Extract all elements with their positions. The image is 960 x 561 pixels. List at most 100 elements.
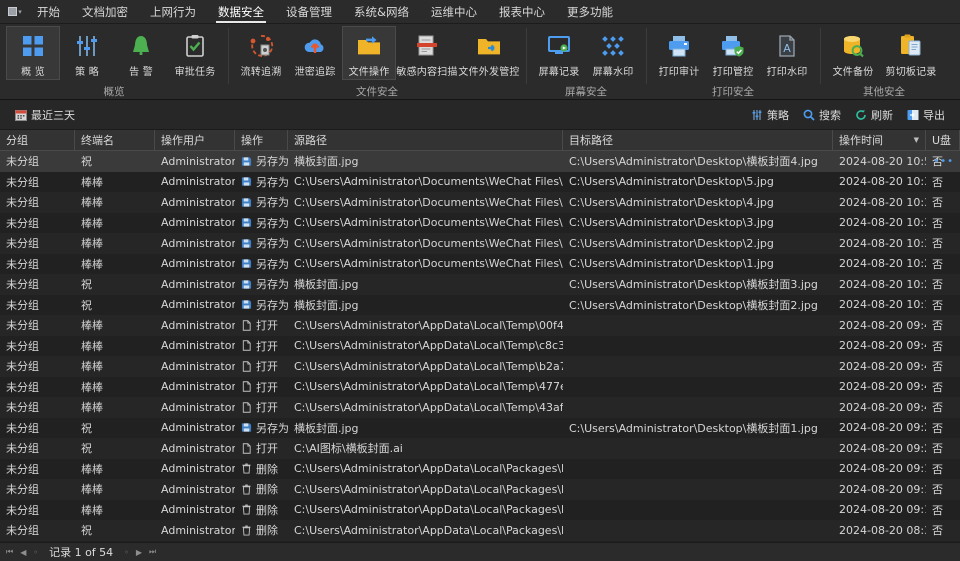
table-row[interactable]: 未分组祝Administrator删除C:\Users\Administrato… — [0, 520, 960, 541]
table-row[interactable]: 未分组 棒棒 Administrator 另存为 C:\Users\Administra… — [0, 192, 960, 213]
cell-usb: 否 — [932, 483, 943, 497]
menu-item-8[interactable]: 更多功能 — [556, 0, 624, 24]
toolbar-search-button[interactable]: 搜索 — [796, 104, 848, 126]
cell-group: 未分组 — [6, 319, 39, 333]
save-as-icon — [241, 217, 252, 228]
ribbon-button-sliders[interactable]: 策 略 — [60, 26, 114, 80]
toolbar-action-label: 搜索 — [819, 108, 841, 122]
menu-item-3[interactable]: 数据安全 — [207, 0, 275, 24]
cell-group: 未分组 — [6, 257, 39, 271]
cell-time: 2024-08-20 10:36:39 — [839, 175, 926, 189]
table-row[interactable]: 未分组 棒棒 Administrator 删除 C:\Users\Administrat… — [0, 499, 960, 521]
table-row[interactable]: 未分组祝Administrator删除C:\Users\Administrato… — [0, 540, 960, 543]
menu-item-4[interactable]: 设备管理 — [275, 0, 343, 24]
cell-time: 2024-08-20 09:43:53 — [839, 380, 926, 394]
ribbon-button-cloud-upload[interactable]: 泄密追踪 — [288, 26, 342, 80]
column-header-2[interactable]: 操作用户 — [155, 130, 235, 150]
toolbar-refresh-button[interactable]: 刷新 — [848, 104, 900, 126]
ribbon-button-folder-send[interactable]: 文件外发管控 — [458, 26, 520, 80]
ribbon-button-grid[interactable]: 概 览 — [6, 26, 60, 80]
table-row[interactable]: 未分组 棒棒 Administrator 打开 C:\Users\Administrat… — [0, 376, 960, 397]
table-row[interactable]: 未分组 祝 Administrator 另存为 横板封面.jpg C:\Users\Adm… — [0, 151, 960, 172]
ribbon-button-watermark[interactable]: 屏幕水印 — [586, 26, 640, 80]
cell-operation: 另存为 — [235, 192, 288, 213]
cell-group: 未分组 — [6, 155, 39, 169]
table-row[interactable]: 未分组 棒棒 Administrator 另存为 C:\Users\Administra… — [0, 233, 960, 254]
operation-label: 另存为 — [256, 257, 288, 271]
menu-item-2[interactable]: 上网行为 — [139, 0, 207, 24]
table-row[interactable]: 未分组 祝 Administrator 另存为 横板封面.jpg C:\Users\Adm… — [0, 417, 960, 438]
cell-time: 2024-08-20 10:34:17 — [839, 195, 926, 209]
last-page-button[interactable]: ⏭ — [147, 547, 158, 557]
table-row[interactable]: 未分组 棒棒 Administrator 打开 C:\Users\Administrat… — [0, 315, 960, 336]
cell-terminal: 棒棒 — [81, 360, 103, 374]
ribbon-button-flow-trace[interactable]: 流转追溯 — [234, 26, 288, 80]
ribbon-button-monitor-record[interactable]: 屏幕记录 — [532, 26, 586, 80]
backup-icon — [840, 31, 866, 61]
table-row[interactable]: 未分组 棒棒 Administrator 打开 C:\Users\Administrat… — [0, 397, 960, 418]
table-row[interactable]: 未分组 棒棒 Administrator 另存为 C:\Users\Administra… — [0, 212, 960, 233]
column-header-0[interactable]: 分组 — [0, 130, 75, 150]
table-row[interactable]: 未分组 棒棒 Administrator 打开 C:\Users\Administrat… — [0, 335, 960, 356]
toolbar-export-button[interactable]: 导出 — [900, 104, 952, 126]
next-record-button[interactable]: ◦ — [122, 548, 131, 557]
ribbon-button-page-a[interactable]: A 打印水印 — [760, 26, 814, 80]
menu-item-0[interactable]: 开始 — [26, 0, 71, 24]
first-page-button[interactable]: ⏮ — [4, 547, 15, 557]
cell-terminal: 祝 — [81, 442, 92, 456]
table-row[interactable]: 未分组 棒棒 Administrator 另存为 C:\Users\Administra… — [0, 171, 960, 192]
column-header-6[interactable]: 操作时间 ▼ — [833, 130, 926, 150]
ribbon-button-backup[interactable]: 文件备份 — [826, 26, 880, 80]
cell-target-path — [563, 500, 833, 521]
column-header-3[interactable]: 操作 — [235, 130, 288, 150]
ribbon-button-scan-doc[interactable]: 敏感内容扫描 — [396, 26, 458, 80]
menu-item-6[interactable]: 运维中心 — [420, 0, 488, 24]
ribbon-button-printer[interactable]: 打印审计 — [652, 26, 706, 80]
table-row[interactable]: 未分组 棒棒 Administrator 打开 C:\Users\Administrat… — [0, 356, 960, 377]
menu-item-5[interactable]: 系统&网络 — [343, 0, 420, 24]
next-page-button[interactable]: ▶ — [134, 548, 144, 557]
column-header-4[interactable]: 源路径 — [288, 130, 563, 150]
table-row[interactable]: 未分组 棒棒 Administrator 另存为 C:\Users\Administra… — [0, 253, 960, 274]
date-filter-button[interactable]: 最近三天 — [8, 104, 82, 126]
cell-target-path — [563, 479, 833, 500]
table-row[interactable]: 未分组 祝 Administrator 另存为 横板封面.jpg C:\Users\Adm… — [0, 294, 960, 315]
cell-operation: 删除 — [235, 500, 288, 521]
ribbon-group-label: 屏幕安全 — [565, 86, 607, 98]
ribbon-button-label: 屏幕水印 — [592, 67, 634, 78]
ribbon-button-bell[interactable]: 告 警 — [114, 26, 168, 80]
sliders-icon — [74, 31, 100, 61]
ribbon-button-label: 概 览 — [21, 67, 45, 78]
cell-user: Administrator — [161, 503, 235, 517]
cell-group: 未分组 — [6, 175, 39, 189]
cell-group: 未分组 — [6, 216, 39, 230]
table-body[interactable]: 未分组祝 Administrator 另存为 横板封面.jpg C:\Users\Adm… — [0, 151, 960, 542]
ribbon-button-folder-back[interactable]: 文件操作 — [342, 26, 396, 80]
watermark-icon — [600, 31, 626, 61]
table-row[interactable]: 未分组 祝 Administrator 打开 C:\AI图标\横板封面.ai 2024-0… — [0, 438, 960, 459]
cell-operation: 删除 — [235, 541, 288, 543]
save-as-icon — [241, 176, 252, 187]
menu-item-1[interactable]: 文档加密 — [71, 0, 139, 24]
column-header-5[interactable]: 目标路径 — [563, 130, 833, 150]
cell-target-path: C:\Users\Administrator\Desktop\1.jpg — [569, 257, 774, 271]
table-row[interactable]: 未分组 棒棒 Administrator 删除 C:\Users\Administrat… — [0, 458, 960, 479]
cell-terminal: 棒棒 — [81, 196, 103, 210]
toolbar-sliders-small-button[interactable]: 策略 — [744, 104, 796, 126]
prev-page-button[interactable]: ◀ — [18, 548, 28, 557]
app-logo-icon[interactable]: ▾ — [4, 3, 26, 21]
column-header-7[interactable]: U盘 — [926, 130, 960, 150]
table-row[interactable]: 未分组 棒棒 Administrator 删除 C:\Users\Administrat… — [0, 479, 960, 500]
cell-user: Administrator — [161, 236, 235, 250]
column-header-1[interactable]: 终端名 — [75, 130, 155, 150]
cell-group: 未分组 — [6, 360, 39, 374]
row-more-actions-icon[interactable]: ••• — [933, 156, 954, 167]
table-row[interactable]: 未分组 祝 Administrator 另存为 横板封面.jpg C:\Users\Adm… — [0, 274, 960, 295]
ribbon-button-label: 剪切板记录 — [885, 67, 937, 78]
ribbon-button-clipboard-copy[interactable]: 剪切板记录 — [880, 26, 942, 80]
sort-desc-icon: ▼ — [913, 136, 919, 144]
ribbon-button-clipboard-check[interactable]: 审批任务 — [168, 26, 222, 80]
prev-record-button[interactable]: ◦ — [31, 548, 40, 557]
ribbon-button-printer-shield[interactable]: 打印管控 — [706, 26, 760, 80]
menu-item-7[interactable]: 报表中心 — [488, 0, 556, 24]
